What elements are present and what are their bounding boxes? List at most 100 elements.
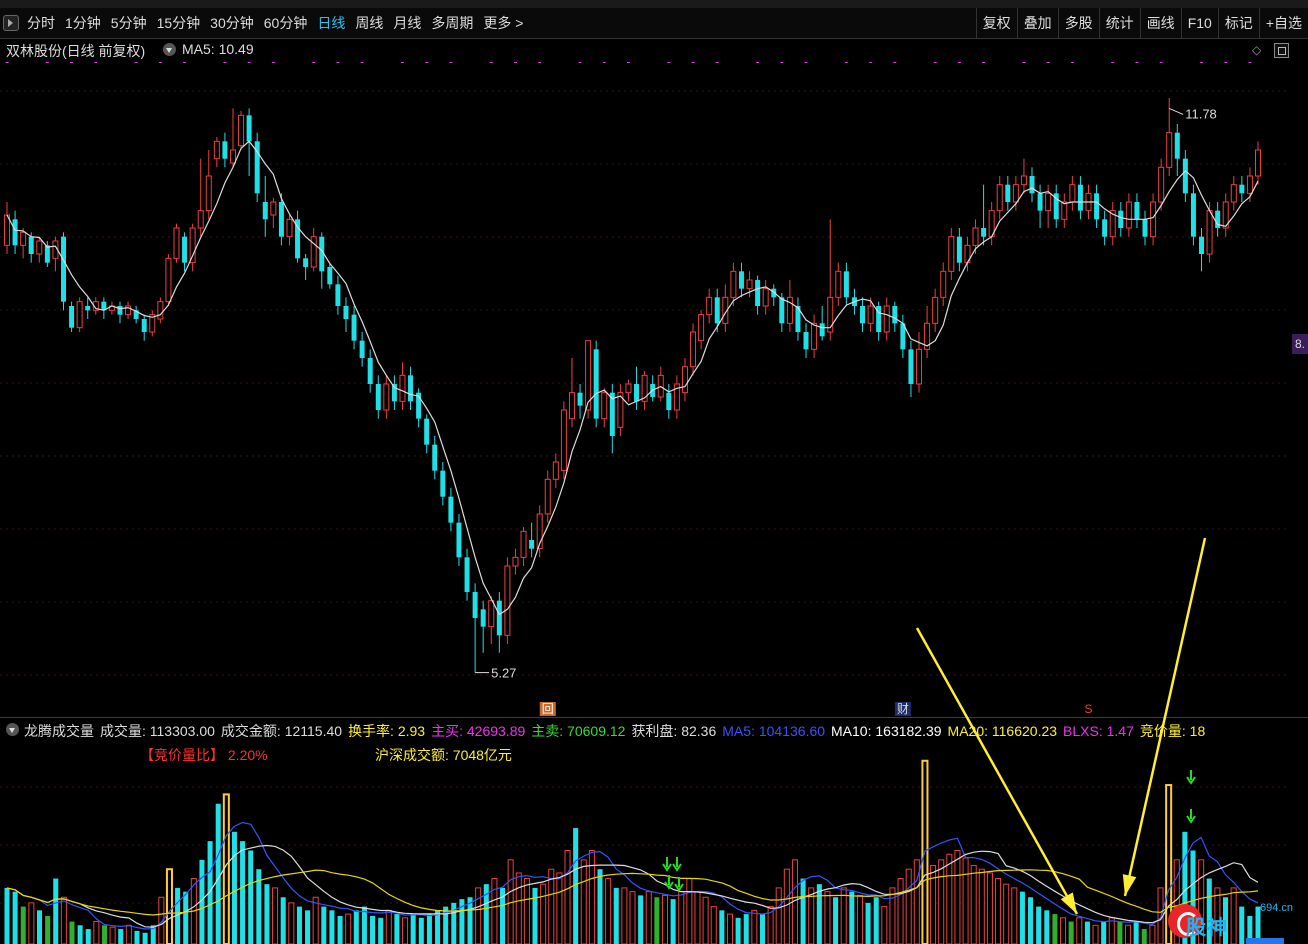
timeframe-tab-7[interactable]: 周线 (350, 8, 388, 38)
toolbar-button-1[interactable]: 叠加 (1016, 8, 1058, 38)
low-marker: 5.27 (491, 666, 516, 681)
signal-dot (893, 62, 897, 63)
candle-body (76, 301, 83, 329)
ma-dropdown-icon[interactable] (163, 43, 176, 56)
volume-bar (312, 896, 319, 944)
candle-body (529, 540, 535, 549)
candle (504, 557, 511, 644)
volume-bar (816, 884, 822, 944)
volume-bar (321, 906, 327, 944)
candle-body (480, 609, 486, 627)
candle (85, 297, 91, 319)
candle-body (1005, 184, 1011, 202)
candle-body (456, 522, 462, 558)
high-marker: 11.78 (1185, 106, 1217, 121)
volume-bar (629, 891, 636, 944)
volume-bar (889, 887, 896, 944)
indicator-dropdown-icon[interactable] (6, 723, 19, 736)
candle (593, 340, 599, 428)
timeframe-tab-9[interactable]: 多周期 (426, 8, 478, 38)
candle (512, 548, 519, 575)
candle-body (819, 323, 825, 337)
candle-body (843, 271, 849, 298)
candle (819, 306, 825, 341)
candle (1118, 202, 1124, 237)
candle-body (229, 149, 236, 164)
toolbar-button-6[interactable]: 标记 (1217, 8, 1259, 38)
signal-dot (271, 62, 275, 63)
candle (432, 436, 438, 480)
volume-bar (272, 887, 279, 944)
signal-dot (804, 62, 808, 63)
timeframe-tab-2[interactable]: 5分钟 (106, 8, 152, 38)
toolbar-button-5[interactable]: F10 (1180, 8, 1218, 38)
candle (182, 232, 188, 272)
volume-bar (865, 902, 871, 944)
candle (1230, 176, 1237, 211)
volume-bar (556, 872, 563, 944)
candle-body (213, 140, 220, 160)
candle (165, 254, 172, 306)
candle-body (1230, 184, 1237, 203)
volume-chart[interactable] (0, 737, 1290, 944)
volume-bar (946, 853, 953, 944)
candle-body (1199, 236, 1205, 254)
timeframe-tab-10[interactable]: 更多 > (478, 8, 528, 38)
volume-bar (125, 924, 132, 944)
candle (786, 280, 793, 332)
signal-dot (1046, 62, 1050, 63)
volume-bar (248, 850, 254, 944)
candle-body (738, 271, 744, 289)
candle-body (205, 175, 212, 212)
candle-body (779, 297, 785, 324)
candle-body (424, 418, 430, 445)
toggle-panel-icon[interactable] (0, 8, 22, 38)
candle (319, 232, 325, 289)
timeframe-tab-8[interactable]: 月线 (388, 8, 426, 38)
volume-bar (36, 910, 43, 944)
candle (117, 301, 123, 324)
candle (795, 297, 801, 341)
candle-body (335, 284, 341, 306)
signal-dot (360, 62, 364, 63)
candle (657, 366, 664, 402)
toolbar-button-3[interactable]: 统计 (1098, 8, 1140, 38)
candle-body (343, 306, 349, 319)
timeframe-tab-3[interactable]: 15分钟 (152, 8, 206, 38)
candle (101, 297, 107, 319)
candle-body (835, 270, 842, 298)
volume-bar (12, 891, 18, 944)
toolbar-button-7[interactable]: +自选 (1258, 8, 1308, 38)
maximize-icon[interactable] (1274, 43, 1289, 58)
candle (1053, 184, 1059, 228)
toolbar-button-2[interactable]: 多股 (1057, 8, 1099, 38)
timeframe-tab-1[interactable]: 1分钟 (60, 8, 106, 38)
candle (666, 384, 672, 419)
candle-body (182, 236, 188, 263)
timeframe-tab-5[interactable]: 60分钟 (259, 8, 313, 38)
timeframe-tab-0[interactable]: 分时 (22, 8, 60, 38)
candle-body (408, 375, 414, 402)
volume-bar (1101, 921, 1107, 944)
timeframe-tab-6[interactable]: 日线 (312, 8, 350, 38)
price-chart[interactable]: 11.78 5.27 回 财 S (0, 62, 1290, 716)
candle (1037, 184, 1043, 228)
candle-body (634, 384, 640, 402)
volume-bar (69, 921, 75, 944)
candle (375, 375, 381, 419)
candle (771, 284, 777, 306)
diamond-icon[interactable]: ◇ (1252, 43, 1261, 57)
toolbar-button-0[interactable]: 复权 (975, 8, 1017, 38)
candle-body (803, 332, 809, 350)
candle-body (12, 219, 18, 246)
candle (149, 310, 156, 337)
candle-body (730, 270, 737, 298)
candle-body (1158, 166, 1165, 203)
timeframe-tab-4[interactable]: 30分钟 (205, 8, 259, 38)
candle-body (20, 231, 27, 246)
candle-body (270, 201, 277, 216)
volume-bar (613, 887, 619, 944)
toolbar-button-4[interactable]: 画线 (1139, 8, 1181, 38)
candle (440, 462, 446, 506)
signal-dot (626, 62, 630, 63)
